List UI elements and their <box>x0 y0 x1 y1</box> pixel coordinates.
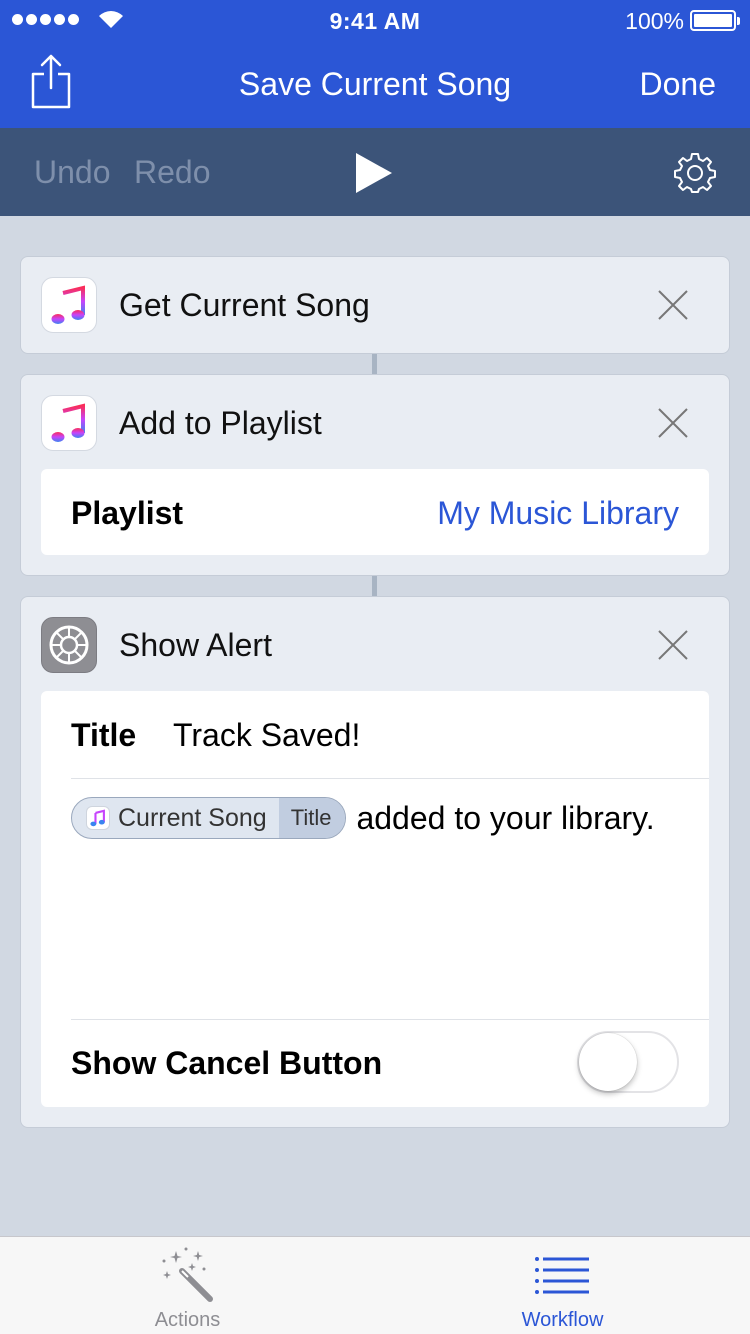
tab-label: Workflow <box>521 1309 604 1331</box>
music-icon <box>86 805 110 830</box>
battery-icon <box>690 10 740 31</box>
playlist-row[interactable]: Playlist My Music Library <box>41 469 709 555</box>
token-property: Title <box>278 797 346 838</box>
list-icon <box>534 1257 589 1294</box>
undo-button[interactable]: Undo <box>34 154 111 191</box>
music-icon <box>41 277 97 333</box>
action-card-get-current-song[interactable]: Get Current Song <box>20 256 730 354</box>
action-connector <box>372 354 377 374</box>
message-text: added to your library. <box>356 800 655 836</box>
tab-label: Actions <box>154 1309 221 1331</box>
message-field[interactable]: Current Song Title added to your library. <box>71 795 681 842</box>
action-title: Show Alert <box>119 627 272 663</box>
play-icon[interactable] <box>354 152 394 194</box>
title-field[interactable]: Track Saved! <box>173 717 360 754</box>
magic-wand-icon <box>162 1247 213 1302</box>
music-icon <box>41 395 97 451</box>
done-button[interactable]: Done <box>640 66 717 103</box>
status-bar: 9:41 AM 100% <box>0 0 750 40</box>
action-connector <box>372 576 377 596</box>
cancel-button-toggle[interactable] <box>577 1031 679 1093</box>
cancel-button-label: Show Cancel Button <box>71 1045 383 1081</box>
settings-icon <box>41 617 97 673</box>
title-label: Title <box>71 717 137 753</box>
divider <box>71 1019 709 1020</box>
divider <box>71 778 709 779</box>
battery-percentage: 100% <box>625 8 684 34</box>
navigation-bar: 9:41 AM 100% Save Current Song Done <box>0 0 750 128</box>
action-card-show-alert[interactable]: Show Alert Title Track Saved! Current So… <box>20 596 730 1128</box>
playlist-label: Playlist <box>71 495 184 531</box>
action-title: Get Current Song <box>119 287 370 323</box>
close-icon[interactable] <box>657 629 689 661</box>
token-name: Current Song <box>118 803 267 832</box>
action-card-add-to-playlist[interactable]: Add to Playlist Playlist My Music Librar… <box>20 374 730 576</box>
alert-settings-panel: Title Track Saved! Current Song Title adde… <box>41 691 709 1107</box>
toggle-knob <box>579 1033 637 1091</box>
playlist-value[interactable]: My Music Library <box>437 495 679 532</box>
editor-toolbar: Undo Redo <box>0 128 750 216</box>
magic-variable-token[interactable]: Current Song Title <box>71 796 347 839</box>
tab-workflow[interactable]: Workflow <box>375 1237 750 1334</box>
tab-actions[interactable]: Actions <box>0 1237 375 1334</box>
page-title: Save Current Song <box>238 66 512 102</box>
redo-button[interactable]: Redo <box>134 154 211 191</box>
close-icon[interactable] <box>657 289 689 321</box>
close-icon[interactable] <box>657 407 689 439</box>
gear-icon[interactable] <box>674 151 716 193</box>
tab-bar: Actions Workflow <box>0 1236 750 1334</box>
action-title: Add to Playlist <box>119 405 322 441</box>
